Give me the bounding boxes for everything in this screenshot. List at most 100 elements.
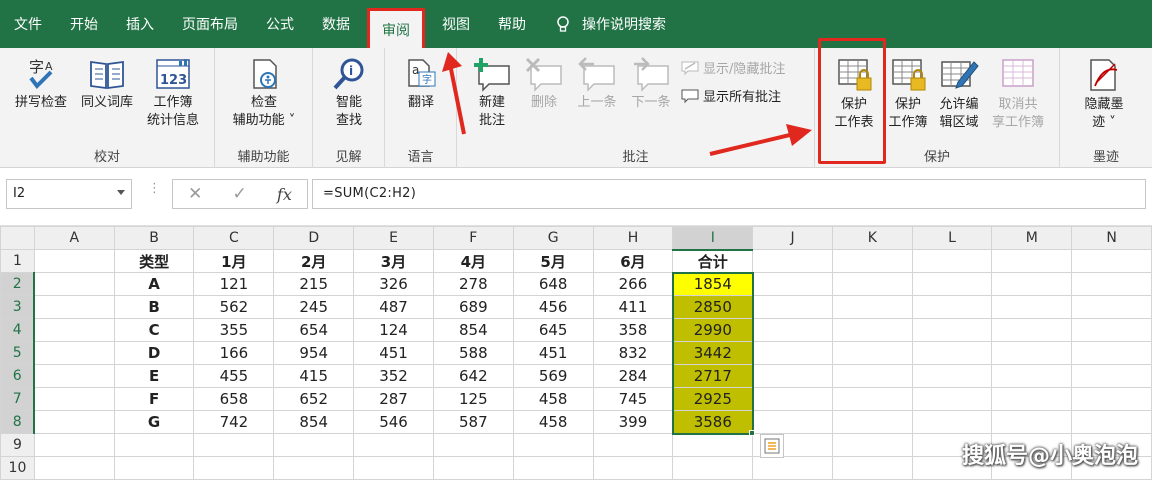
cell-i8[interactable]: 3586 (672, 410, 754, 434)
show-all-comments-button[interactable]: 显示所有批注 (681, 86, 781, 105)
cell-m8[interactable] (991, 410, 1073, 434)
cell-a10[interactable] (33, 456, 115, 480)
cell-i5[interactable]: 3442 (672, 341, 754, 365)
cell-g10[interactable] (512, 456, 594, 480)
cell-a7[interactable] (33, 387, 115, 411)
cell-h6[interactable]: 284 (592, 364, 674, 388)
cell-k4[interactable] (831, 318, 913, 342)
tab-page-layout[interactable]: 页面布局 (168, 0, 252, 48)
cell-f3[interactable]: 689 (432, 295, 514, 319)
row-header[interactable]: 5 (0, 341, 36, 365)
cell-n5[interactable] (1071, 341, 1152, 365)
row-header[interactable]: 6 (0, 364, 36, 388)
cell-h9[interactable] (592, 433, 674, 457)
formula-input[interactable]: =SUM(C2:H2) (312, 179, 1146, 209)
cell-f6[interactable]: 642 (432, 364, 514, 388)
cell-b8[interactable]: G (113, 410, 195, 434)
cell-g8[interactable]: 458 (512, 410, 594, 434)
column-header-c[interactable]: C (193, 226, 275, 250)
row-header[interactable]: 3 (0, 295, 36, 319)
cell-e2[interactable]: 326 (353, 272, 434, 296)
cell-b7[interactable]: F (113, 387, 195, 411)
cell-j10[interactable] (752, 456, 833, 480)
cell-b5[interactable]: D (113, 341, 195, 365)
column-header-a[interactable]: A (33, 226, 115, 250)
insert-function-icon[interactable]: fx (277, 185, 292, 204)
cell-e8[interactable]: 546 (353, 410, 434, 434)
cell-b1[interactable]: 类型 (113, 249, 195, 273)
cell-e10[interactable] (353, 456, 434, 480)
cell-a8[interactable] (33, 410, 115, 434)
cell-d2[interactable]: 215 (273, 272, 355, 296)
tab-insert[interactable]: 插入 (112, 0, 168, 48)
cell-f1[interactable]: 4月 (432, 249, 514, 273)
column-header-m[interactable]: M (991, 226, 1073, 250)
cell-k10[interactable] (831, 456, 913, 480)
row-header[interactable]: 10 (0, 456, 35, 480)
thesaurus-button[interactable]: 同义词库 (74, 56, 140, 112)
cell-n7[interactable] (1071, 387, 1152, 411)
tab-data[interactable]: 数据 (308, 0, 364, 48)
unshare-workbook-button[interactable]: 取消共 享工作簿 (985, 56, 1051, 132)
cell-b3[interactable]: B (113, 295, 195, 319)
show-hide-comment-button[interactable]: 显示/隐藏批注 (681, 58, 785, 77)
cell-f2[interactable]: 278 (432, 272, 514, 296)
cell-d9[interactable] (273, 433, 355, 457)
column-header-g[interactable]: G (512, 226, 594, 250)
cell-a4[interactable] (33, 318, 115, 342)
cell-k3[interactable] (831, 295, 913, 319)
cell-g5[interactable]: 451 (512, 341, 594, 365)
cell-m4[interactable] (991, 318, 1073, 342)
tab-file[interactable]: 文件 (0, 0, 56, 48)
cell-j8[interactable] (752, 410, 833, 434)
cell-k5[interactable] (831, 341, 913, 365)
column-header-n[interactable]: N (1071, 226, 1152, 250)
formula-bar-splitter[interactable]: ⋮ (148, 182, 161, 195)
cell-d5[interactable]: 954 (273, 341, 355, 365)
cell-f7[interactable]: 125 (432, 387, 514, 411)
new-comment-button[interactable]: 新建 批注 (467, 56, 517, 130)
cell-j7[interactable] (752, 387, 833, 411)
hide-ink-button[interactable]: 隐藏墨 迹 ˅ (1068, 56, 1140, 132)
column-header-k[interactable]: K (831, 226, 913, 250)
cell-a3[interactable] (33, 295, 115, 319)
cell-d10[interactable] (273, 456, 355, 480)
cell-g7[interactable]: 458 (512, 387, 594, 411)
tell-me-search[interactable]: 操作说明搜索 (576, 0, 680, 48)
cell-c5[interactable]: 166 (193, 341, 275, 365)
cell-e9[interactable] (353, 433, 434, 457)
spelling-button[interactable]: 字A 拼写检查 (10, 56, 72, 112)
cell-f5[interactable]: 588 (432, 341, 514, 365)
chevron-down-icon[interactable] (117, 190, 125, 195)
cell-k1[interactable] (831, 249, 913, 273)
cell-n3[interactable] (1071, 295, 1152, 319)
cell-h10[interactable] (592, 456, 674, 480)
cell-h8[interactable]: 399 (592, 410, 674, 434)
cell-b4[interactable]: C (113, 318, 195, 342)
column-header-i[interactable]: I (672, 226, 754, 251)
cell-l8[interactable] (911, 410, 993, 434)
cell-l6[interactable] (911, 364, 993, 388)
cell-d6[interactable]: 415 (273, 364, 355, 388)
cell-a9[interactable] (33, 433, 115, 457)
cell-b2[interactable]: A (113, 272, 195, 296)
cell-j4[interactable] (752, 318, 833, 342)
name-box[interactable]: I2 (6, 179, 132, 209)
cell-c4[interactable]: 355 (193, 318, 275, 342)
cell-d8[interactable]: 854 (273, 410, 355, 434)
column-header-b[interactable]: B (113, 226, 195, 250)
check-accessibility-button[interactable]: 检查 辅助功能 ˅ (221, 56, 307, 130)
column-header-j[interactable]: J (752, 226, 833, 250)
cell-j5[interactable] (752, 341, 833, 365)
cell-g9[interactable] (512, 433, 594, 457)
cell-k8[interactable] (831, 410, 913, 434)
workbook-stats-button[interactable]: 123 工作簿 统计信息 (140, 56, 206, 130)
cell-a2[interactable] (33, 272, 115, 296)
column-header-f[interactable]: F (432, 226, 514, 250)
cell-l5[interactable] (911, 341, 993, 365)
cell-b9[interactable] (113, 433, 195, 457)
protect-workbook-button[interactable]: 保护 工作簿 (883, 56, 933, 132)
cell-i3[interactable]: 2850 (672, 295, 754, 319)
cell-m1[interactable] (991, 249, 1073, 273)
tab-view[interactable]: 视图 (428, 0, 484, 48)
